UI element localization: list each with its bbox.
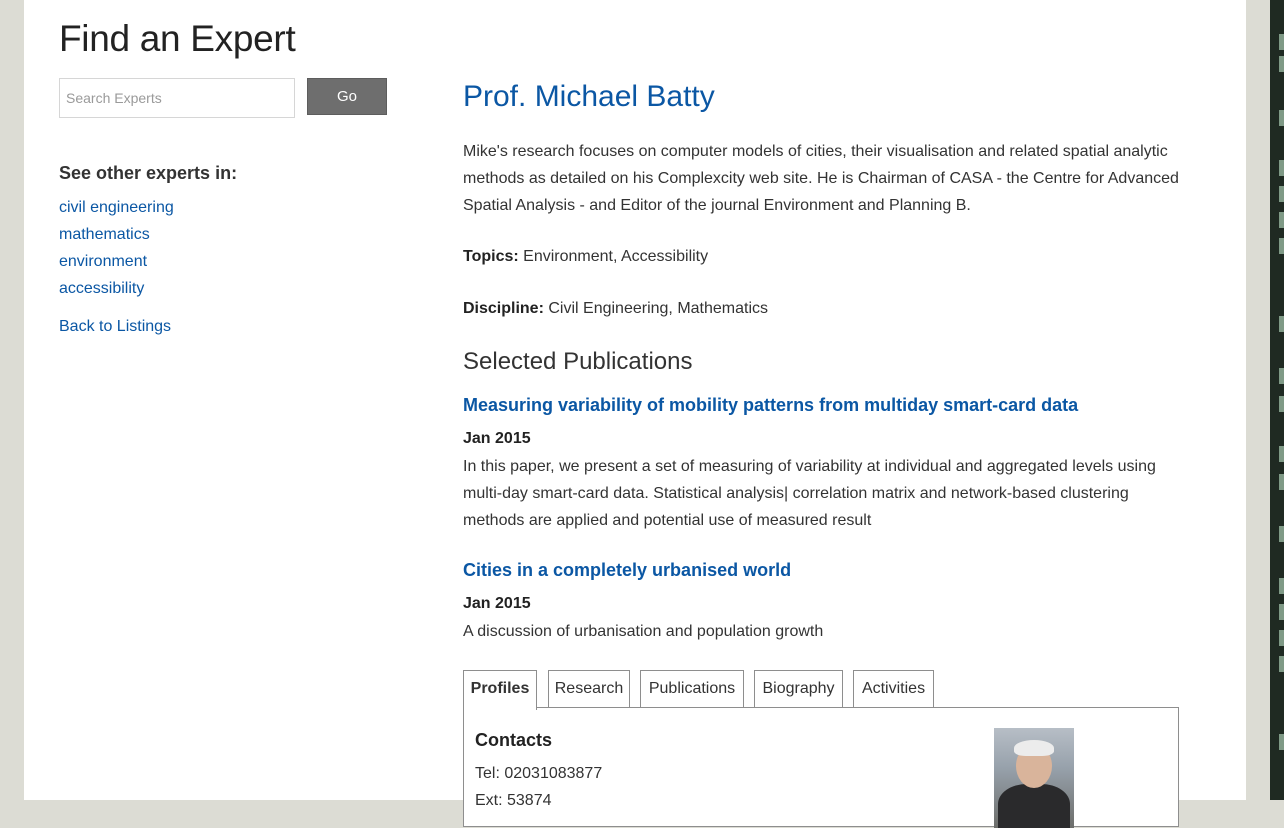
list-item: mathematics (59, 224, 174, 251)
photo-hair-shape (1014, 740, 1054, 756)
discipline-value: Civil Engineering, Mathematics (548, 300, 769, 317)
go-button[interactable]: Go (307, 78, 387, 115)
category-link-civil-engineering[interactable]: civil engineering (59, 199, 174, 216)
publication-date: Jan 2015 (463, 595, 531, 612)
discipline-label: Discipline: (463, 300, 544, 317)
topics-label: Topics: (463, 248, 519, 265)
strip-mark (1279, 34, 1284, 50)
strip-mark (1279, 656, 1284, 672)
tab-publications[interactable]: Publications (640, 670, 744, 708)
back-to-listings-link[interactable]: Back to Listings (59, 316, 171, 338)
list-item: environment (59, 251, 174, 278)
tab-research[interactable]: Research (548, 670, 630, 708)
strip-mark (1279, 630, 1284, 646)
publication-title-link[interactable]: Cities in a completely urbanised world (463, 558, 791, 582)
photo-body-shape (998, 784, 1070, 828)
strip-mark (1279, 160, 1284, 176)
topics-value: Environment, Accessibility (523, 248, 709, 265)
discipline-line: Discipline: Civil Engineering, Mathemati… (463, 298, 768, 320)
strip-mark (1279, 474, 1284, 490)
strip-mark (1279, 526, 1284, 542)
strip-mark (1279, 186, 1284, 202)
strip-mark (1279, 368, 1284, 384)
strip-mark (1279, 604, 1284, 620)
list-item: accessibility (59, 278, 174, 305)
profiles-tab-panel: Contacts Tel: 02031083877 Ext: 53874 (463, 707, 1179, 828)
publications-heading: Selected Publications (463, 348, 693, 375)
strip-mark (1279, 110, 1284, 126)
strip-mark (1279, 578, 1284, 594)
strip-mark (1279, 238, 1284, 254)
tab-activities[interactable]: Activities (853, 670, 934, 708)
publication-abstract: A discussion of urbanisation and populat… (463, 623, 824, 640)
strip-mark (1279, 316, 1284, 332)
strip-mark (1279, 734, 1284, 750)
list-item: civil engineering (59, 197, 174, 224)
publication-abstract: In this paper, we present a set of measu… (463, 458, 1156, 529)
publication-date: Jan 2015 (463, 430, 531, 447)
page-container: Find an Expert Go See other experts in: … (24, 0, 1246, 828)
contact-telephone: Tel: 02031083877 (475, 765, 603, 782)
page-title: Find an Expert (59, 18, 296, 59)
category-link-mathematics[interactable]: mathematics (59, 226, 150, 243)
expert-name: Prof. Michael Batty (463, 80, 715, 113)
publication-title-link[interactable]: Measuring variability of mobility patter… (463, 393, 1078, 417)
search-input[interactable] (59, 78, 295, 118)
tab-biography[interactable]: Biography (754, 670, 843, 708)
expert-category-list: civil engineering mathematics environmen… (59, 197, 174, 305)
tab-profiles[interactable]: Profiles (463, 670, 537, 710)
topics-line: Topics: Environment, Accessibility (463, 246, 708, 268)
contact-extension: Ext: 53874 (475, 792, 552, 809)
expert-photo (994, 728, 1074, 828)
contacts-heading: Contacts (475, 730, 553, 750)
right-edge-strip (1270, 0, 1284, 800)
strip-mark (1279, 396, 1284, 412)
category-link-accessibility[interactable]: accessibility (59, 280, 144, 297)
see-other-experts-heading: See other experts in: (59, 163, 238, 183)
strip-mark (1279, 212, 1284, 228)
strip-mark (1279, 56, 1284, 72)
expert-bio: Mike's research focuses on computer mode… (463, 143, 1179, 214)
category-link-environment[interactable]: environment (59, 253, 147, 270)
strip-mark (1279, 446, 1284, 462)
